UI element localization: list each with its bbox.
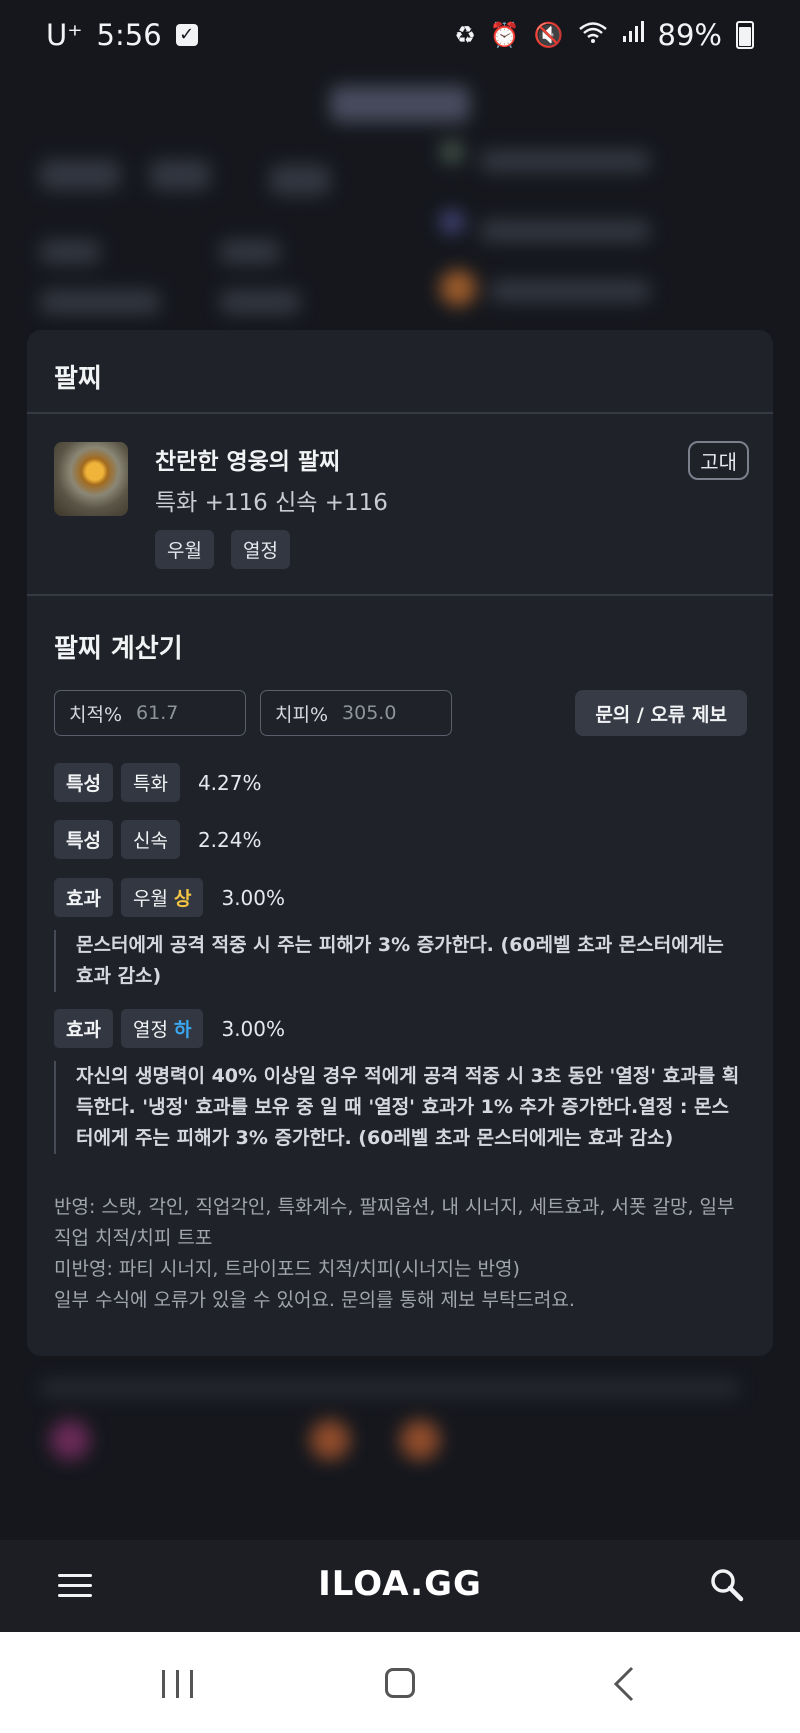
row-name-wrap: 열정 하 <box>120 1009 204 1048</box>
item-stats: 특화 +116 신속 +116 <box>155 490 388 516</box>
row-name: 신속 <box>120 820 180 859</box>
effect-description: 자신의 생명력이 40% 이상일 경우 적에게 공격 적중 시 3초 동안 '열… <box>54 1061 744 1154</box>
battery-saver-icon: ♻ <box>454 21 476 49</box>
note-applied: 반영: 스탯, 각인, 직업각인, 특화계수, 팔찌옵션, 내 시너지, 세트효… <box>54 1196 735 1249</box>
crit-damage-input[interactable] <box>342 702 423 724</box>
crit-damage-label: 치피% <box>275 703 329 726</box>
bracelet-item-image <box>54 442 128 516</box>
stat-row: 특성 특화 4.27% <box>54 763 261 802</box>
row-kind: 특성 <box>54 820 113 859</box>
row-kind: 특성 <box>54 763 113 802</box>
effect-description: 몬스터에게 공격 적중 시 주는 피해가 3% 증가한다. (60레벨 초과 몬… <box>54 930 744 992</box>
system-nav-bar <box>0 1632 800 1733</box>
home-icon[interactable] <box>385 1668 415 1698</box>
report-error-button[interactable]: 문의 / 오류 제보 <box>575 690 747 736</box>
calculator-notes: 반영: 스탯, 각인, 직업각인, 특화계수, 팔찌옵션, 내 시너지, 세트효… <box>54 1192 744 1316</box>
row-kind: 효과 <box>54 878 113 917</box>
note-not-applied: 미반영: 파티 시너지, 트라이포드 치적/치피(시너지는 반영) <box>54 1258 520 1280</box>
note-disclaimer: 일부 수식에 오류가 있을 수 있어요. 문의를 통해 제보 부탁드려요. <box>54 1289 575 1311</box>
row-kind: 효과 <box>54 1009 113 1048</box>
signal-icon <box>622 21 644 49</box>
status-bar: U⁺ 5:56 ✓ ♻ ⏰ 🔇 89% <box>0 0 800 70</box>
search-icon[interactable] <box>710 1568 744 1602</box>
row-value: 3.00% <box>221 885 286 910</box>
row-name: 특화 <box>120 763 180 802</box>
battery-percent: 89% <box>657 18 722 52</box>
alarm-icon: ⏰ <box>489 21 520 49</box>
crit-rate-field[interactable]: 치적% <box>54 690 246 736</box>
back-icon[interactable] <box>610 1666 636 1702</box>
clock: 5:56 <box>96 18 162 52</box>
carrier-label: U⁺ <box>46 18 83 52</box>
row-value: 3.00% <box>221 1016 286 1041</box>
row-name: 열정 <box>132 1019 168 1041</box>
divider <box>27 412 773 414</box>
item-tag: 열정 <box>231 530 290 569</box>
grade-badge: 고대 <box>688 441 749 480</box>
sheet-title: 팔찌 <box>54 364 102 394</box>
battery-icon <box>736 21 754 49</box>
recent-apps-icon[interactable] <box>162 1670 194 1698</box>
divider <box>27 594 773 596</box>
crit-damage-field[interactable]: 치피% <box>260 690 452 736</box>
level-low-badge: 하 <box>173 1019 192 1041</box>
crit-rate-label: 치적% <box>69 703 123 726</box>
item-name: 찬란한 영웅의 팔찌 <box>155 449 341 475</box>
brand-logo[interactable]: ILOA.GG <box>0 1564 800 1604</box>
item-tag: 우월 <box>155 530 214 569</box>
effect-row: 효과 우월 상 3.00% <box>54 878 285 917</box>
level-high-badge: 상 <box>173 888 192 910</box>
row-name: 우월 <box>132 888 168 910</box>
crit-rate-input[interactable] <box>136 702 217 724</box>
effect-row: 효과 열정 하 3.00% <box>54 1009 285 1048</box>
mute-icon: 🔇 <box>533 21 564 49</box>
wifi-icon <box>578 20 608 50</box>
app-bar: ILOA.GG <box>0 1540 800 1632</box>
calculator-title: 팔찌 계산기 <box>54 634 183 664</box>
bracelet-sheet: 팔찌 찬란한 영웅의 팔찌 특화 +116 신속 +116 고대 우월 열정 팔… <box>27 330 773 1356</box>
row-value: 2.24% <box>197 827 262 852</box>
checkbox-notification-icon: ✓ <box>175 24 198 46</box>
row-name-wrap: 우월 상 <box>120 878 204 917</box>
stat-row: 특성 신속 2.24% <box>54 820 261 859</box>
row-value: 4.27% <box>197 770 262 795</box>
